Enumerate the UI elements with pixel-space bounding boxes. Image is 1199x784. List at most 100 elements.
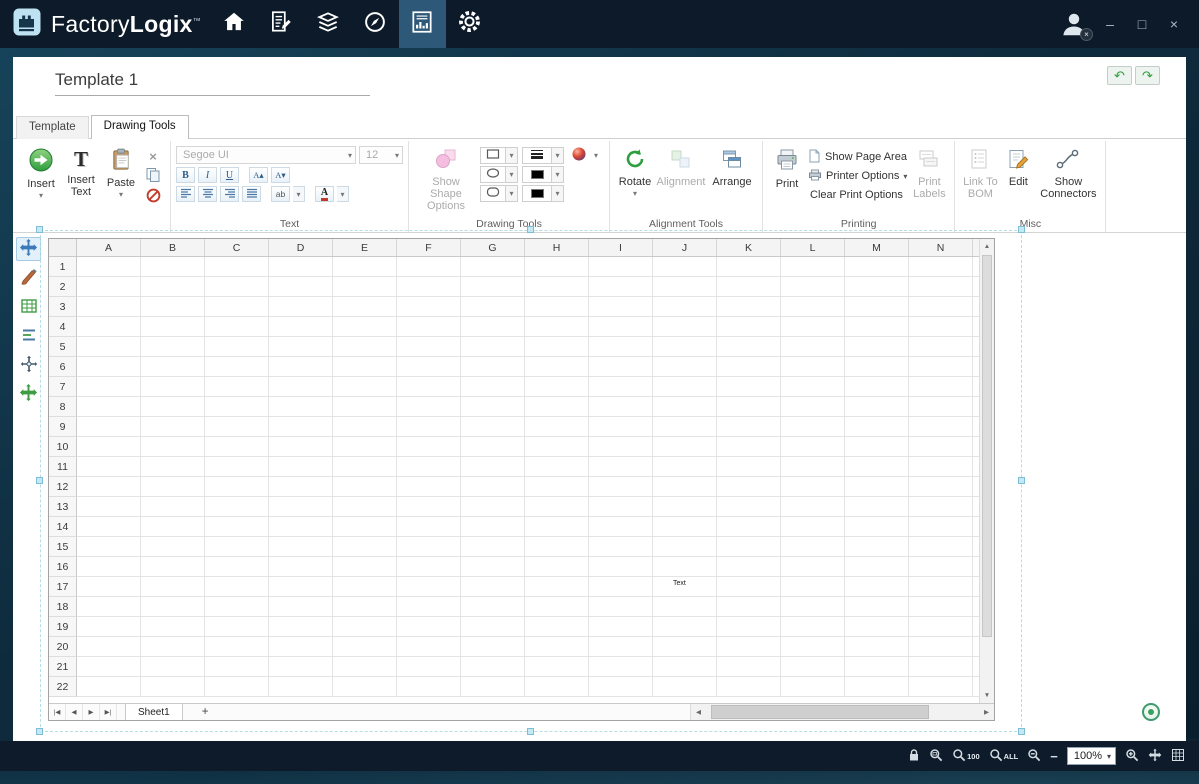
cell-I17[interactable] <box>589 577 653 597</box>
cell-C16[interactable] <box>205 557 269 577</box>
show-connectors-button[interactable]: Show Connectors <box>1036 143 1100 217</box>
cell-C6[interactable] <box>205 357 269 377</box>
row-header-10[interactable]: 10 <box>49 437 77 457</box>
row-header-4[interactable]: 4 <box>49 317 77 337</box>
row-header-16[interactable]: 16 <box>49 557 77 577</box>
cell-N19[interactable] <box>909 617 973 637</box>
align-left-button[interactable] <box>176 186 195 202</box>
cell-G10[interactable] <box>461 437 525 457</box>
sheet-tab-sheet1[interactable]: Sheet1 <box>125 704 183 720</box>
cell-I18[interactable] <box>589 597 653 617</box>
underline-button[interactable]: U <box>220 167 239 183</box>
alignment-button[interactable]: Alignment <box>655 143 707 217</box>
cell-M18[interactable] <box>845 597 909 617</box>
cell-C17[interactable] <box>205 577 269 597</box>
cell-C14[interactable] <box>205 517 269 537</box>
cell-N3[interactable] <box>909 297 973 317</box>
cell-G12[interactable] <box>461 477 525 497</box>
sheet-vertical-scrollbar[interactable] <box>979 239 994 703</box>
align-justify-button[interactable] <box>242 186 261 202</box>
line-weight-dropdown[interactable] <box>552 147 564 164</box>
cell-N10[interactable] <box>909 437 973 457</box>
cell-B6[interactable] <box>141 357 205 377</box>
select-all-corner[interactable] <box>49 239 77 256</box>
cell-N18[interactable] <box>909 597 973 617</box>
cell-I8[interactable] <box>589 397 653 417</box>
cell-M21[interactable] <box>845 657 909 677</box>
font-color-button[interactable]: A <box>315 186 334 202</box>
cell-D17[interactable] <box>269 577 333 597</box>
cell-C9[interactable] <box>205 417 269 437</box>
cell-A13[interactable] <box>77 497 141 517</box>
cell-K6[interactable] <box>717 357 781 377</box>
resize-handle-bottom-center[interactable] <box>527 728 534 735</box>
cell-H22[interactable] <box>525 677 589 697</box>
cell-A7[interactable] <box>77 377 141 397</box>
row-header-8[interactable]: 8 <box>49 397 77 417</box>
cell-A21[interactable] <box>77 657 141 677</box>
cell-D22[interactable] <box>269 677 333 697</box>
cell-E8[interactable] <box>333 397 397 417</box>
sheet-nav-first[interactable] <box>49 704 66 720</box>
cell-H17[interactable] <box>525 577 589 597</box>
cell-B13[interactable] <box>141 497 205 517</box>
cell-H16[interactable] <box>525 557 589 577</box>
cell-J14[interactable] <box>653 517 717 537</box>
cell-K11[interactable] <box>717 457 781 477</box>
cell-N16[interactable] <box>909 557 973 577</box>
arrange-button[interactable]: Arrange <box>707 143 757 217</box>
cell-I13[interactable] <box>589 497 653 517</box>
select-move-tool[interactable] <box>16 237 41 261</box>
cell-G22[interactable] <box>461 677 525 697</box>
cell-I12[interactable] <box>589 477 653 497</box>
cell-L15[interactable] <box>781 537 845 557</box>
cell-G2[interactable] <box>461 277 525 297</box>
cell-N8[interactable] <box>909 397 973 417</box>
cell-M17[interactable] <box>845 577 909 597</box>
row-header-6[interactable]: 6 <box>49 357 77 377</box>
cell-B9[interactable] <box>141 417 205 437</box>
cell-M13[interactable] <box>845 497 909 517</box>
cell-L2[interactable] <box>781 277 845 297</box>
cell-C19[interactable] <box>205 617 269 637</box>
cell-D12[interactable] <box>269 477 333 497</box>
paste-button[interactable]: Paste <box>101 143 141 217</box>
cell-D20[interactable] <box>269 637 333 657</box>
cell-M15[interactable] <box>845 537 909 557</box>
ellipse-shape-dropdown[interactable] <box>506 166 518 183</box>
cell-L11[interactable] <box>781 457 845 477</box>
cell-F1[interactable] <box>397 257 461 277</box>
cell-J18[interactable] <box>653 597 717 617</box>
cell-J20[interactable] <box>653 637 717 657</box>
scroll-right-icon[interactable] <box>979 704 994 720</box>
zoom-in-button[interactable] <box>1125 748 1139 765</box>
nav-home[interactable] <box>211 0 258 48</box>
cell-E17[interactable] <box>333 577 397 597</box>
cell-N2[interactable] <box>909 277 973 297</box>
cell-M19[interactable] <box>845 617 909 637</box>
cell-N14[interactable] <box>909 517 973 537</box>
cell-B21[interactable] <box>141 657 205 677</box>
cell-J3[interactable] <box>653 297 717 317</box>
text-edit-dropdown[interactable] <box>293 186 305 202</box>
cell-N9[interactable] <box>909 417 973 437</box>
cell-M8[interactable] <box>845 397 909 417</box>
cell-B17[interactable] <box>141 577 205 597</box>
rounded-rect-shape-button[interactable] <box>480 185 506 202</box>
cell-C12[interactable] <box>205 477 269 497</box>
cell-L14[interactable] <box>781 517 845 537</box>
cell-M14[interactable] <box>845 517 909 537</box>
close-button[interactable]: × <box>1163 16 1185 32</box>
rounded-rect-shape-dropdown[interactable] <box>506 185 518 202</box>
cell-H8[interactable] <box>525 397 589 417</box>
column-header-N[interactable]: N <box>909 239 973 256</box>
edit-button[interactable]: Edit <box>1000 143 1036 217</box>
cell-E22[interactable] <box>333 677 397 697</box>
column-header-A[interactable]: A <box>77 239 141 256</box>
resize-handle-bottom-right[interactable] <box>1018 728 1025 735</box>
cell-D8[interactable] <box>269 397 333 417</box>
cell-J4[interactable] <box>653 317 717 337</box>
canvas-text-object[interactable]: Text <box>673 580 686 587</box>
cell-G17[interactable] <box>461 577 525 597</box>
cell-C22[interactable] <box>205 677 269 697</box>
